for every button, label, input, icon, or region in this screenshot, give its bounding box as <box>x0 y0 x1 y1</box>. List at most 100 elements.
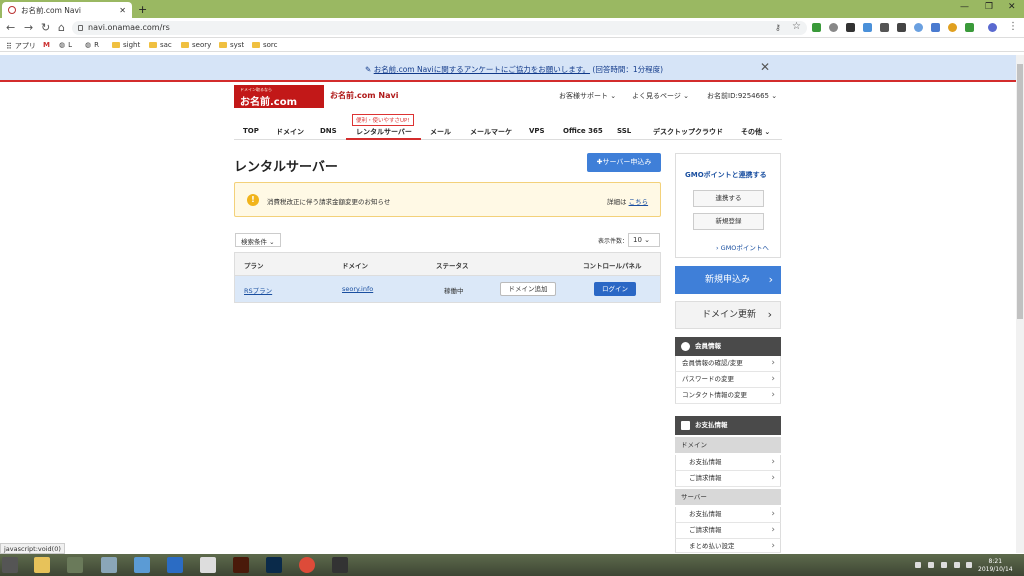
tray-icon[interactable] <box>966 562 972 568</box>
server-payment-link[interactable]: お支払情報 › <box>675 507 781 523</box>
tray-icon[interactable] <box>928 562 934 568</box>
member-id-menu[interactable]: お名前ID:9254665 ⌄ <box>707 91 777 101</box>
col-plan: プラン <box>244 262 264 270</box>
system-clock[interactable]: 8:21 2019/10/14 <box>978 558 1013 574</box>
add-domain-button[interactable]: ドメイン追加 <box>500 282 556 296</box>
domain-billing-link[interactable]: ご請求情報 › <box>675 471 781 487</box>
frequent-pages-menu[interactable]: よく見るページ ⌄ <box>632 91 689 101</box>
logo-text: お名前.com <box>240 97 298 108</box>
back-icon[interactable]: ← <box>6 21 15 34</box>
app-icon[interactable] <box>332 557 348 573</box>
bookmark-r[interactable]: ◍ R <box>85 41 99 49</box>
network-icon[interactable] <box>941 562 947 568</box>
scrollbar-thumb[interactable] <box>1017 64 1023 319</box>
browser-tab[interactable]: お名前.com Navi ✕ <box>2 2 132 18</box>
bulk-payment-link[interactable]: まとめ払い設定 › <box>675 539 781 553</box>
notice-detail-link[interactable]: こちら <box>629 198 649 206</box>
extension-icon[interactable] <box>931 23 940 32</box>
nav-domain[interactable]: ドメイン <box>276 127 304 137</box>
bookmark-sac[interactable]: sac <box>149 41 172 49</box>
bookmark-sight[interactable]: sight <box>112 41 140 49</box>
chrome-icon[interactable] <box>299 557 315 573</box>
extension-icon[interactable] <box>965 23 974 32</box>
site-title[interactable]: お名前.com Navi <box>330 90 398 101</box>
bookmark-star-icon[interactable]: ☆ <box>792 21 801 32</box>
table-header: プラン ドメイン ステータス コントロールパネル <box>235 253 660 276</box>
server-billing-link[interactable]: ご請求情報 › <box>675 523 781 539</box>
bookmark-apps[interactable]: ⠿ アプリ <box>6 41 36 51</box>
nav-rental-server[interactable]: レンタルサーバー <box>356 127 412 137</box>
close-tab-icon[interactable]: ✕ <box>119 6 126 15</box>
nav-other[interactable]: その他 ⌄ <box>741 127 770 137</box>
photoshop-icon[interactable] <box>266 557 282 573</box>
gmo-register-button[interactable]: 新規登録 <box>693 213 764 230</box>
support-menu[interactable]: お客様サポート ⌄ <box>559 91 616 101</box>
contact-info-change-link[interactable]: コンタクト情報の変更 › <box>675 388 781 404</box>
volume-icon[interactable] <box>954 562 960 568</box>
survey-link[interactable]: お名前.com Naviに関するアンケートにご協力をお願いします。 <box>374 65 590 74</box>
maximize-icon[interactable]: ❐ <box>985 2 993 12</box>
nav-desktop-cloud[interactable]: デスクトップクラウド <box>653 127 723 137</box>
file-explorer-icon[interactable] <box>34 557 50 573</box>
password-change-link[interactable]: パスワードの変更 › <box>675 372 781 388</box>
onamae-logo[interactable]: ドメイン取るなら お名前.com <box>234 85 324 108</box>
nav-top[interactable]: TOP <box>243 127 259 135</box>
extension-icon[interactable] <box>897 23 906 32</box>
payment-icon <box>681 421 690 430</box>
app-icon[interactable] <box>101 557 117 573</box>
gmail-icon[interactable]: M <box>43 41 50 49</box>
nav-ssl[interactable]: SSL <box>617 127 631 135</box>
app-icon[interactable] <box>200 557 216 573</box>
home-icon[interactable]: ⌂ <box>58 21 65 34</box>
new-order-button[interactable]: 新規申込み › <box>675 266 781 294</box>
per-page-select[interactable]: 10 ⌄ <box>628 233 660 247</box>
bookmark-syst[interactable]: syst <box>219 41 244 49</box>
start-icon[interactable] <box>2 557 18 573</box>
plan-link[interactable]: RSプラン <box>244 285 272 295</box>
bookmark-label: R <box>94 41 99 49</box>
illustrator-icon[interactable] <box>233 557 249 573</box>
search-condition-dropdown[interactable]: 検索条件 ⌄ <box>235 233 281 247</box>
menu-icon[interactable]: ⋮ <box>1008 21 1018 32</box>
reload-icon[interactable]: ↻ <box>41 21 50 34</box>
nav-vps[interactable]: VPS <box>529 127 545 135</box>
nav-office365[interactable]: Office 365 <box>563 127 603 135</box>
gmo-points-link[interactable]: › GMOポイントへ <box>716 242 769 252</box>
login-button[interactable]: ログイン <box>594 282 636 296</box>
minimize-icon[interactable]: — <box>960 2 969 12</box>
chevron-right-icon: › <box>771 525 775 535</box>
extension-icon[interactable] <box>914 23 923 32</box>
bookmark-sorc[interactable]: sorc <box>252 41 278 49</box>
member-info-edit-link[interactable]: 会員情報の確認/変更 › <box>675 356 781 372</box>
extension-icon[interactable] <box>863 23 872 32</box>
new-tab-icon[interactable]: + <box>138 3 147 16</box>
window-close-icon[interactable]: ✕ <box>1008 2 1016 12</box>
url-field[interactable]: navi.onamae.com/rs <box>72 21 807 35</box>
extension-icon[interactable] <box>829 23 838 32</box>
renew-domain-button[interactable]: ドメイン更新 › <box>675 301 781 329</box>
profile-avatar-icon[interactable] <box>988 23 997 32</box>
key-icon[interactable]: ⚷ <box>775 23 781 32</box>
app-icon[interactable] <box>134 557 150 573</box>
domain-payment-link[interactable]: お支払情報 › <box>675 455 781 471</box>
chevron-right-icon: › <box>771 374 775 384</box>
clock-date: 2019/10/14 <box>978 566 1013 573</box>
extension-icon[interactable] <box>948 23 957 32</box>
extension-icon[interactable] <box>880 23 889 32</box>
col-status: ステータス <box>436 262 469 270</box>
close-banner-icon[interactable]: ✕ <box>760 60 770 74</box>
domain-link[interactable]: seory.info <box>342 285 373 293</box>
extension-icon[interactable] <box>812 23 821 32</box>
search-app-icon[interactable] <box>67 557 83 573</box>
extension-icon[interactable] <box>846 23 855 32</box>
bookmark-l[interactable]: ◍ L <box>59 41 72 49</box>
download-icon[interactable] <box>167 557 183 573</box>
bookmark-seory[interactable]: seory <box>181 41 211 49</box>
nav-dns[interactable]: DNS <box>320 127 337 135</box>
gmo-link-button[interactable]: 連携する <box>693 190 764 207</box>
server-order-button[interactable]: ✚サーバー申込み <box>587 153 661 172</box>
nav-mail[interactable]: メール <box>430 127 451 137</box>
tray-icon[interactable] <box>915 562 921 568</box>
forward-icon[interactable]: → <box>24 21 33 34</box>
nav-mail-marketing[interactable]: メールマーケ <box>470 127 512 137</box>
